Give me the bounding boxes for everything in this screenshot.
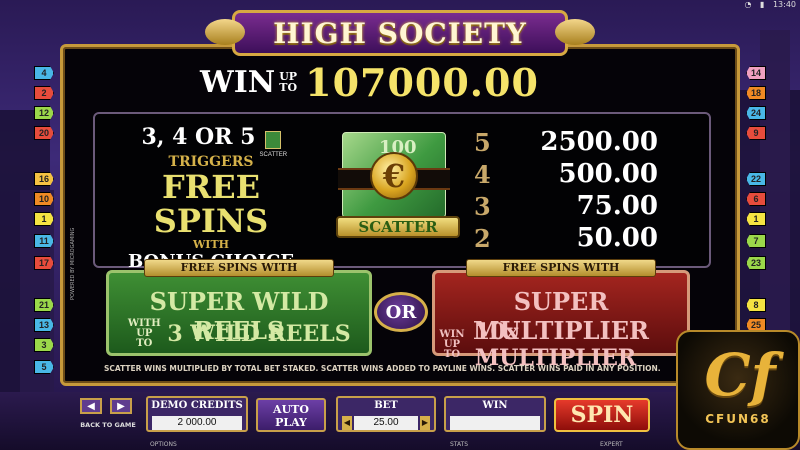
wifi-icon: ◔ xyxy=(744,0,752,9)
brand-watermark: Cf CFUN68 xyxy=(676,330,800,450)
payline-marker-1[interactable]: 1 xyxy=(34,212,54,226)
payline-marker-18[interactable]: 18 xyxy=(746,86,766,100)
pay-row: 4 500.00 xyxy=(474,158,674,190)
payline-marker-4[interactable]: 4 xyxy=(34,66,54,80)
payline-marker-20[interactable]: 20 xyxy=(34,126,54,140)
logo-wing-right xyxy=(555,19,595,45)
feature-with-text: WITH UP TO xyxy=(127,318,161,349)
bet-control: BET 25.00 ◀ ▶ xyxy=(336,396,436,432)
device-status-bar: ◔ ▮ 13:40 xyxy=(680,0,800,12)
bet-value: 25.00 xyxy=(354,416,418,430)
payline-marker-7[interactable]: 7 xyxy=(746,234,766,248)
feature-detail-row: WITH UP TO 3 WILD REELS xyxy=(109,319,369,349)
feature-header: FREE SPINS WITH xyxy=(144,259,334,277)
payline-marker-16[interactable]: 16 xyxy=(34,172,54,186)
pay-row: 2 50.00 xyxy=(474,222,674,254)
or-badge: OR xyxy=(374,292,428,332)
feature-super-multiplier: FREE SPINS WITH SUPER MULTIPLIER WIN UP … xyxy=(432,259,690,371)
pay-count: 3 xyxy=(474,191,491,221)
payline-marker-9[interactable]: 9 xyxy=(746,126,766,140)
bet-label: BET xyxy=(374,400,398,411)
game-title: HIGH SOCIETY xyxy=(273,16,527,50)
payline-marker-2[interactable]: 2 xyxy=(34,86,54,100)
free-spins-text: FREE SPINS xyxy=(153,168,269,240)
payline-marker-14[interactable]: 14 xyxy=(746,66,766,80)
pay-value: 500.00 xyxy=(558,159,658,189)
demo-credits-display: DEMO CREDITS 2 000.00 xyxy=(146,396,248,432)
mini-scatter-icon: SCATTER xyxy=(260,130,287,158)
win-label: WIN xyxy=(200,64,276,100)
pay-count: 5 xyxy=(474,127,491,157)
euro-coin-icon: € xyxy=(370,152,418,200)
payline-marker-22[interactable]: 22 xyxy=(746,172,766,186)
max-win-line: WIN UP TO 107000.00 xyxy=(200,59,620,105)
bet-decrease-button[interactable]: ◀ xyxy=(342,416,352,430)
payline-marker-3[interactable]: 3 xyxy=(34,338,54,352)
back-to-game-button[interactable]: BACK TO GAME xyxy=(76,421,140,429)
pay-row: 3 75.00 xyxy=(474,190,674,222)
win-display-label: WIN xyxy=(482,400,508,411)
payline-marker-10[interactable]: 10 xyxy=(34,192,54,206)
demo-credits-label: DEMO CREDITS xyxy=(151,400,243,411)
pay-value: 50.00 xyxy=(576,223,658,253)
payline-marker-5[interactable]: 5 xyxy=(34,360,54,374)
prev-page-button[interactable]: ◀ xyxy=(80,398,102,414)
payline-marker-6[interactable]: 6 xyxy=(746,192,766,206)
scatter-label: SCATTER xyxy=(336,216,460,238)
tab-expert[interactable]: EXPERT xyxy=(600,441,623,448)
paytable-page-arrows: ◀ ▶ xyxy=(80,398,136,418)
mini-scatter-label: SCATTER xyxy=(259,151,288,158)
brand-logo-icon: Cf xyxy=(704,341,776,409)
payline-marker-23[interactable]: 23 xyxy=(746,256,766,270)
game-logo: HIGH SOCIETY xyxy=(205,10,595,56)
payline-marker-8[interactable]: 8 xyxy=(746,298,766,312)
win-display-value xyxy=(450,416,540,430)
autoplay-button[interactable]: AUTO PLAY xyxy=(256,398,326,432)
tab-options[interactable]: OPTIONS xyxy=(150,441,177,448)
pay-count: 4 xyxy=(474,159,491,189)
feature-with-text: WIN UP TO xyxy=(439,329,465,360)
trigger-description: 3, 4 OR 5 SCATTER TRIGGERS FREE SPINS WI… xyxy=(100,124,322,272)
payline-marker-13[interactable]: 13 xyxy=(34,318,54,332)
payline-marker-1[interactable]: 1 xyxy=(746,212,766,226)
pay-row: 5 2500.00 xyxy=(474,126,674,158)
bet-increase-button[interactable]: ▶ xyxy=(420,416,430,430)
battery-icon: ▮ xyxy=(759,0,765,9)
upto-label: UP TO xyxy=(279,70,298,94)
payline-marker-12[interactable]: 12 xyxy=(34,106,54,120)
trigger-count: 3, 4 OR 5 xyxy=(141,124,256,150)
pay-value: 2500.00 xyxy=(540,127,658,157)
scatter-symbol: 100 € SCATTER xyxy=(336,128,464,240)
scatter-rules-note: SCATTER WINS MULTIPLIED BY TOTAL BET STA… xyxy=(104,364,661,373)
tab-stats[interactable]: STATS xyxy=(450,441,468,448)
scatter-paytable: 5 2500.00 4 500.00 3 75.00 2 50.00 xyxy=(474,126,674,254)
feature-detail: 3 WILD REELS xyxy=(167,321,351,347)
pay-count: 2 xyxy=(474,223,491,253)
demo-credits-value: 2 000.00 xyxy=(152,416,242,430)
logo-wing-left xyxy=(205,19,245,45)
clock: 13:40 xyxy=(772,0,796,9)
payline-marker-24[interactable]: 24 xyxy=(746,106,766,120)
max-win-amount: 107000.00 xyxy=(305,59,539,105)
spin-button[interactable]: SPIN xyxy=(554,398,650,432)
feature-super-wild-reels: FREE SPINS WITH SUPER WILD REELS WITH UP… xyxy=(106,259,372,356)
payline-marker-17[interactable]: 17 xyxy=(34,256,54,270)
powered-by-note: POWERED BY MICROGAMING xyxy=(70,227,76,300)
feature-header: FREE SPINS WITH xyxy=(466,259,656,277)
payline-marker-21[interactable]: 21 xyxy=(34,298,54,312)
next-page-button[interactable]: ▶ xyxy=(110,398,132,414)
with-text: WITH xyxy=(192,238,230,251)
win-display: WIN xyxy=(444,396,546,432)
brand-name: CFUN68 xyxy=(705,412,771,426)
payline-marker-11[interactable]: 11 xyxy=(34,234,54,248)
pay-value: 75.00 xyxy=(576,191,658,221)
